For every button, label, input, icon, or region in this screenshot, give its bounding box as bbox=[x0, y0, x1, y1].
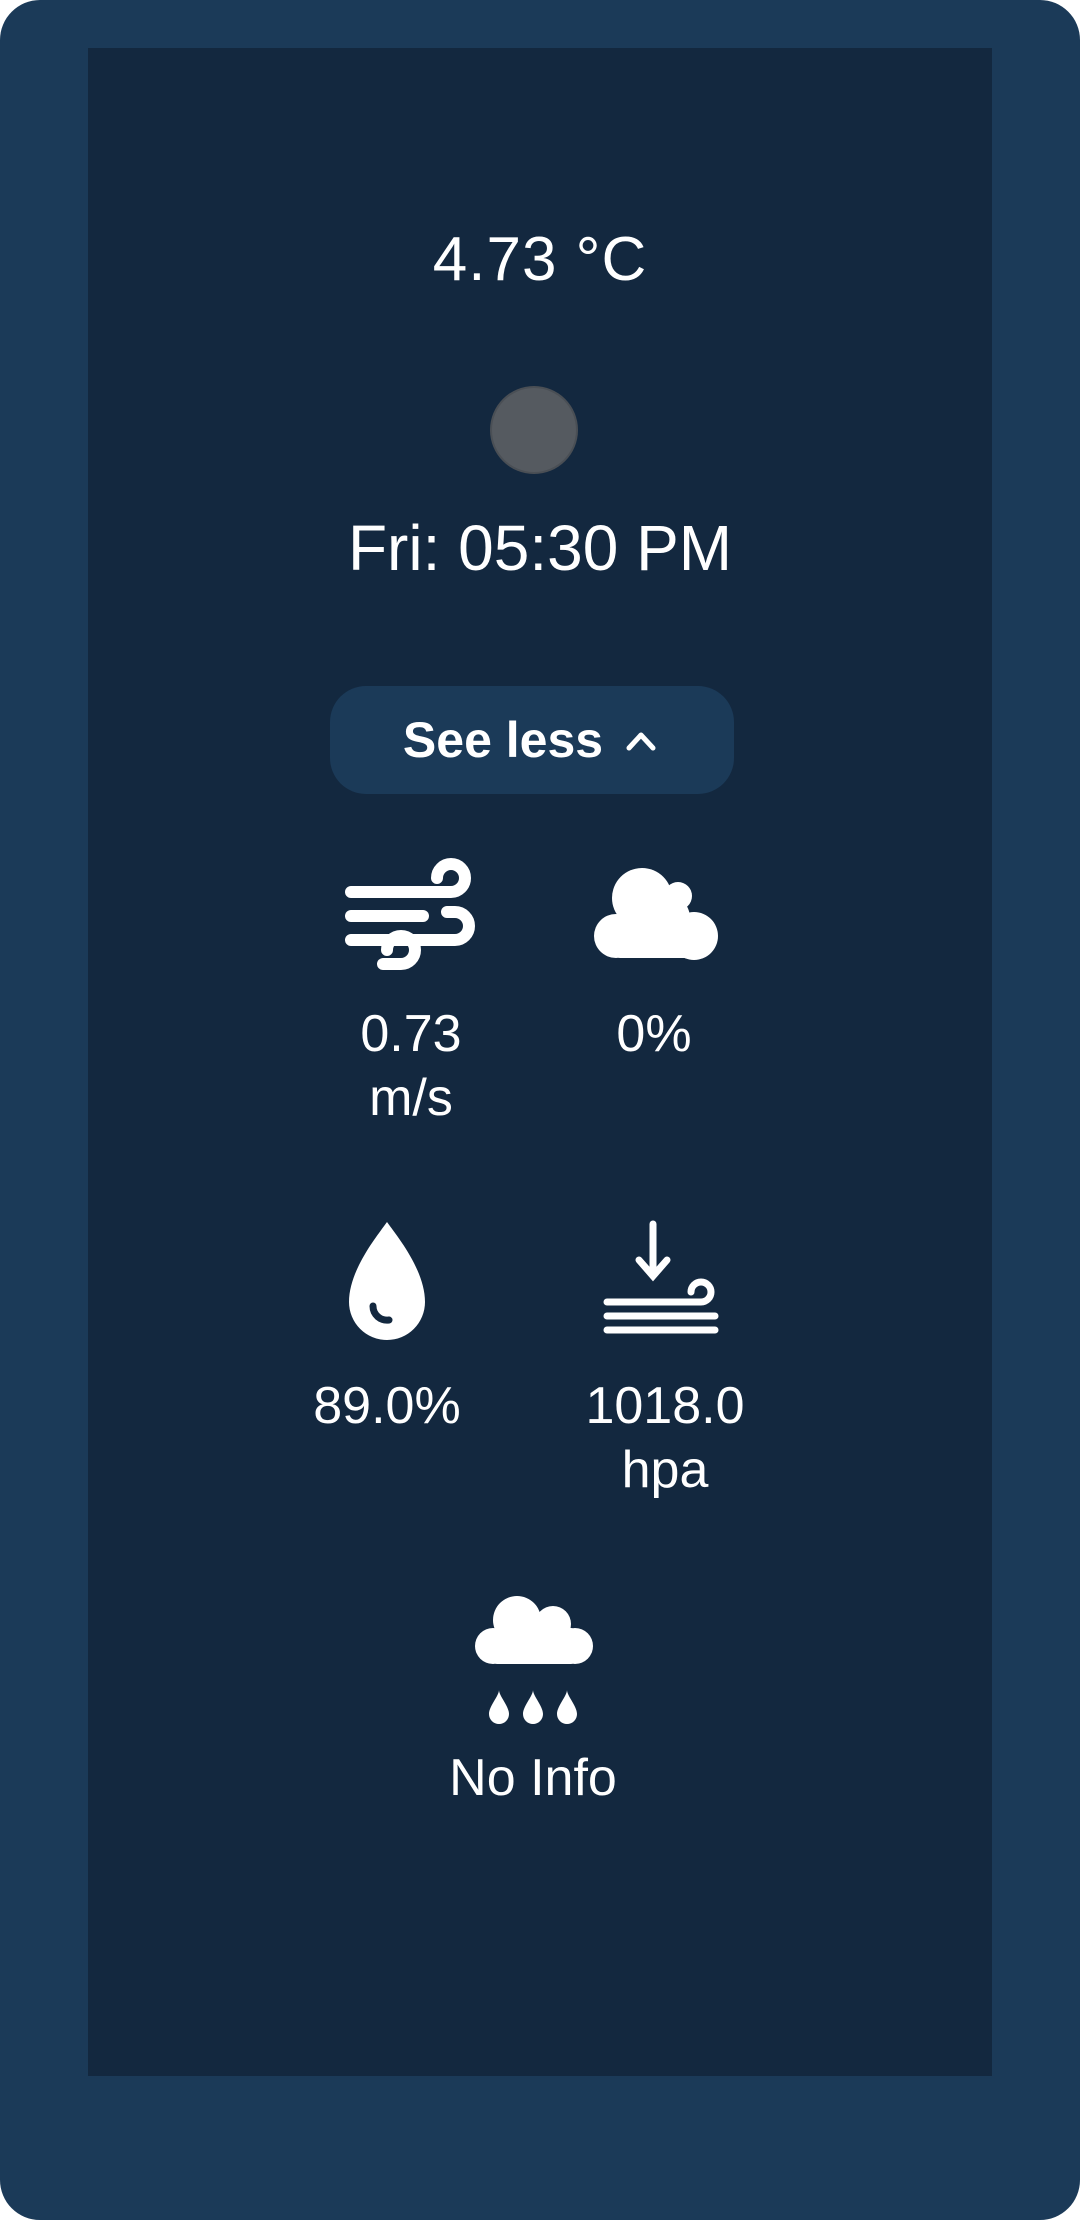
wind-icon bbox=[345, 858, 475, 970]
rain-cloud-icon bbox=[475, 1596, 593, 1724]
rain-metric: No Info bbox=[413, 1590, 653, 1810]
wind-metric: 0.73 m/s bbox=[291, 846, 531, 1130]
cloudiness-value: 0% bbox=[616, 1005, 692, 1063]
humidity-value: 89.0% bbox=[313, 1377, 461, 1435]
see-less-label: See less bbox=[402, 712, 604, 768]
see-less-button[interactable]: See less bbox=[330, 686, 734, 794]
rain-value: No Info bbox=[449, 1749, 617, 1807]
date-time: Fri: 05:30 PM bbox=[347, 512, 733, 584]
pressure-value: 1018.0 hpa bbox=[585, 1377, 745, 1499]
temperature: 4.73 °C bbox=[432, 225, 648, 294]
device-frame bbox=[0, 0, 1080, 2220]
cloud-icon bbox=[594, 868, 718, 960]
wind-speed-value: 0.73 m/s bbox=[360, 1005, 462, 1127]
humidity-drop-icon bbox=[349, 1222, 425, 1340]
weather-condition-icon bbox=[492, 388, 576, 472]
humidity-metric: 89.0% bbox=[267, 1218, 507, 1438]
pressure-icon bbox=[603, 1220, 719, 1334]
chevron-up-icon bbox=[626, 732, 656, 751]
pressure-metric: 1018.0 hpa bbox=[545, 1218, 785, 1502]
cloud-metric: 0% bbox=[534, 846, 774, 1066]
